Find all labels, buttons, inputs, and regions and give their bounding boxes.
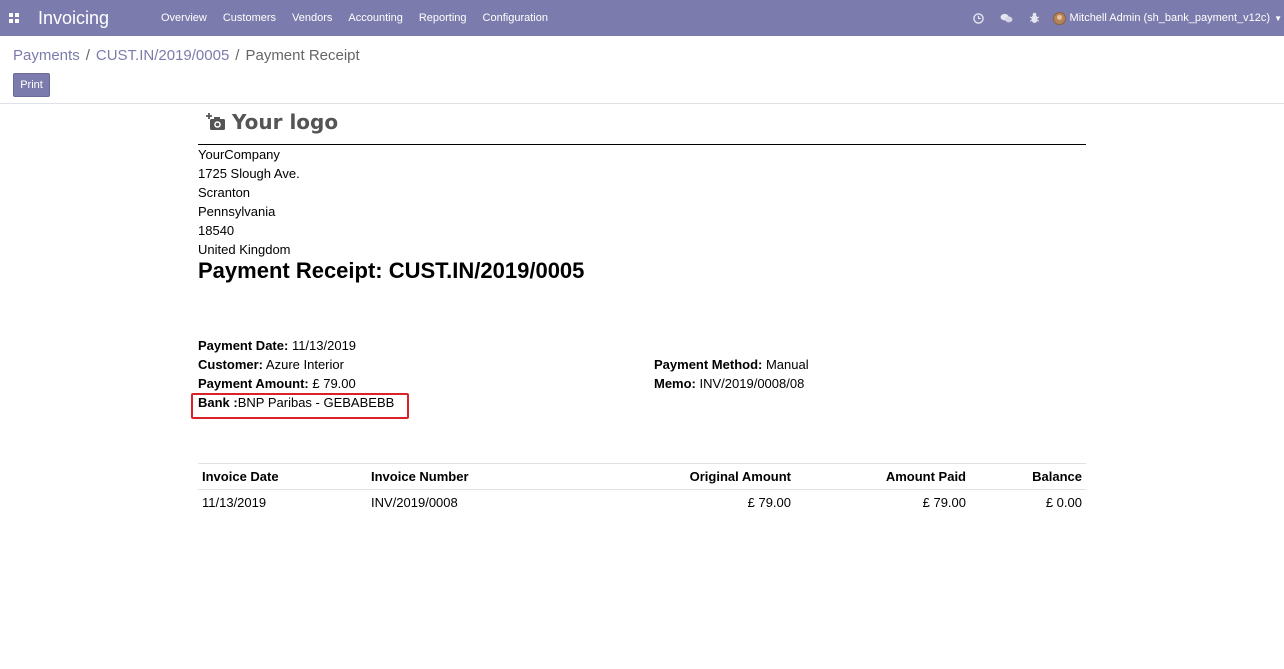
payment-amount: Payment Amount: £ 79.00 (198, 376, 356, 391)
print-button[interactable]: Print (13, 73, 50, 97)
payment-date-value: 11/13/2019 (291, 338, 357, 353)
payment-date-label: Payment Date: (198, 338, 289, 353)
cell-balance: £ 0.00 (1045, 495, 1082, 510)
address-zip: 18540 (198, 223, 235, 238)
menu-overview[interactable]: Overview (153, 0, 215, 36)
address-city: Scranton (198, 185, 251, 200)
company-logo: Your logo (206, 110, 338, 134)
header-original-amount: Original Amount (689, 469, 791, 484)
address-country: United Kingdom (198, 242, 291, 257)
header-invoice-number: Invoice Number (371, 469, 469, 484)
camera-plus-icon (206, 113, 225, 130)
apps-grid-icon[interactable] (0, 0, 28, 36)
user-menu[interactable]: Mitchell Admin (sh_bank_payment_v12c) ▼ (1052, 11, 1284, 25)
payment-date: Payment Date: 11/13/2019 (198, 338, 356, 353)
memo: Memo: INV/2019/0008/08 (654, 376, 804, 391)
payment-method: Payment Method: Manual (654, 357, 809, 372)
cell-original-amount: £ 79.00 (747, 495, 791, 510)
address-state: Pennsylvania (198, 204, 276, 219)
main-menu: Overview Customers Vendors Accounting Re… (153, 0, 556, 36)
cell-invoice-date: 11/13/2019 (202, 495, 267, 510)
header-divider (198, 144, 1086, 145)
cell-invoice-number: INV/2019/0008 (371, 495, 458, 510)
chat-icon[interactable] (993, 0, 1021, 36)
customer-value: Azure Interior (265, 357, 344, 372)
company-name: YourCompany (198, 147, 280, 162)
top-navbar: Invoicing Overview Customers Vendors Acc… (0, 0, 1284, 36)
payment-method-label: Payment Method: (654, 357, 763, 372)
memo-value: INV/2019/0008/08 (699, 376, 805, 391)
table-header-border (198, 489, 1086, 490)
company-address: YourCompany 1725 Slough Ave. Scranton Pe… (198, 145, 300, 259)
control-panel: Payments / CUST.IN/2019/0005 / Payment R… (0, 36, 1284, 104)
bug-icon[interactable] (1021, 0, 1049, 36)
payment-amount-label: Payment Amount: (198, 376, 309, 391)
report-title: Payment Receipt: CUST.IN/2019/0005 (198, 258, 585, 283)
address-street: 1725 Slough Ave. (198, 166, 300, 181)
header-invoice-date: Invoice Date (202, 469, 279, 484)
payment-amount-value: £ 79.00 (312, 376, 356, 391)
header-balance: Balance (1032, 469, 1082, 484)
bank-highlight-box (191, 393, 409, 419)
breadcrumb-current: Payment Receipt (245, 47, 360, 64)
menu-accounting[interactable]: Accounting (340, 0, 410, 36)
payment-method-value: Manual (765, 357, 809, 372)
customer-label: Customer: (198, 357, 264, 372)
avatar (1052, 11, 1066, 25)
logo-text: Your logo (232, 110, 339, 134)
breadcrumb-separator: / (235, 47, 240, 64)
table-top-border (198, 463, 1086, 464)
memo-label: Memo: (654, 376, 696, 391)
breadcrumb: Payments / CUST.IN/2019/0005 / Payment R… (13, 47, 360, 64)
breadcrumb-payment-record[interactable]: CUST.IN/2019/0005 (96, 47, 229, 64)
customer: Customer: Azure Interior (198, 357, 344, 372)
menu-vendors[interactable]: Vendors (284, 0, 340, 36)
breadcrumb-payments[interactable]: Payments (13, 47, 80, 64)
caret-down-icon: ▼ (1274, 13, 1282, 23)
menu-configuration[interactable]: Configuration (475, 0, 556, 36)
menu-customers[interactable]: Customers (215, 0, 284, 36)
app-brand[interactable]: Invoicing (38, 8, 143, 29)
menu-reporting[interactable]: Reporting (411, 0, 475, 36)
breadcrumb-separator: / (85, 47, 90, 64)
user-name: Mitchell Admin (sh_bank_payment_v12c) (1069, 12, 1271, 24)
systray: Mitchell Admin (sh_bank_payment_v12c) ▼ (965, 0, 1284, 36)
clock-icon[interactable] (965, 0, 993, 36)
